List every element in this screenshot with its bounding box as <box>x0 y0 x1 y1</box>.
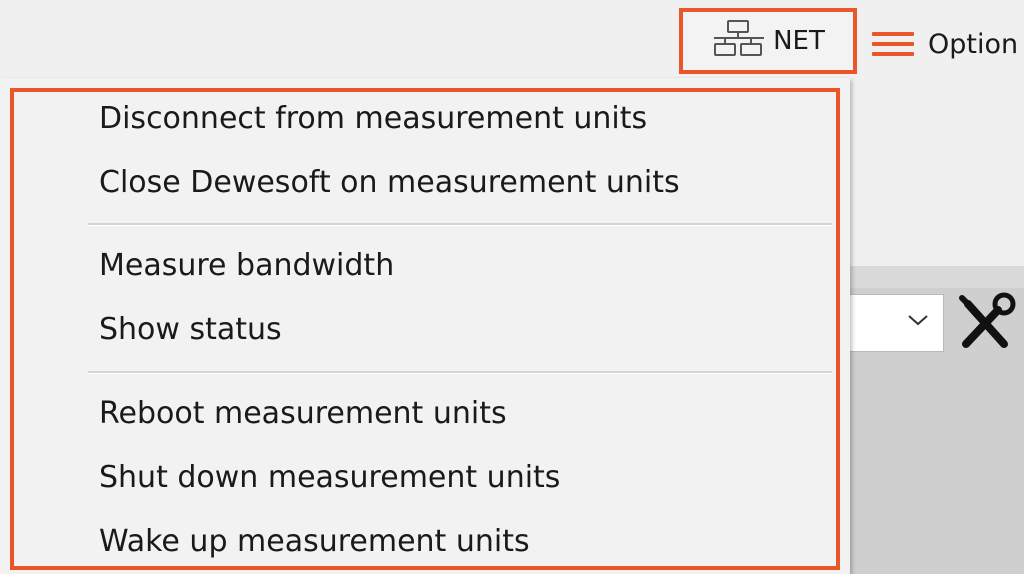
menu-separator <box>88 223 832 226</box>
net-button[interactable]: NET <box>679 8 857 74</box>
menu-item-reboot[interactable]: Reboot measurement units <box>99 383 507 445</box>
network-icon <box>711 19 767 63</box>
menu-item-measure-bandwidth[interactable]: Measure bandwidth <box>99 235 394 297</box>
net-label: NET <box>773 26 825 56</box>
options-button[interactable]: Option <box>872 24 1018 64</box>
menu-item-shut-down[interactable]: Shut down measurement units <box>99 447 560 509</box>
hamburger-menu-icon <box>872 32 914 56</box>
tools-icon[interactable] <box>954 292 1020 354</box>
menu-item-disconnect[interactable]: Disconnect from measurement units <box>99 88 647 150</box>
toolbar <box>0 0 1024 82</box>
menu-item-close-dewesoft[interactable]: Close Dewesoft on measurement units <box>99 152 680 214</box>
menu-item-show-status[interactable]: Show status <box>99 299 282 361</box>
dropdown-select[interactable] <box>846 294 944 352</box>
chevron-down-icon <box>907 312 929 331</box>
menu-separator <box>88 371 832 374</box>
menu-item-wake-up[interactable]: Wake up measurement units <box>99 511 530 573</box>
options-label: Option <box>928 28 1019 60</box>
